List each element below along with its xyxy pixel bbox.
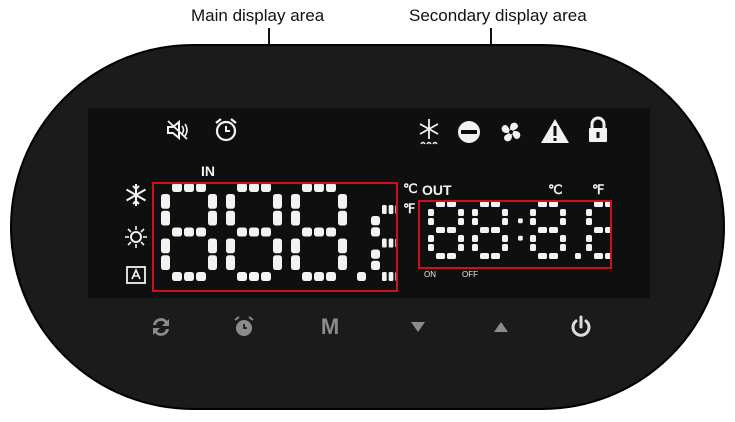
secondary-unit-c: ℃ <box>548 182 563 197</box>
main-unit-c: ℃ <box>403 181 418 196</box>
auto-mode-icon <box>126 266 146 284</box>
sun-icon <box>125 226 147 248</box>
on-label: ON <box>424 270 436 279</box>
power-icon <box>571 315 591 337</box>
cycle-icon <box>153 318 169 336</box>
main-display-highlight <box>152 182 398 292</box>
secondary-display-callout: Secondary display area <box>409 6 587 25</box>
triangle-up-icon <box>494 322 508 332</box>
warning-icon <box>541 119 569 143</box>
fan-icon <box>501 122 521 142</box>
snowflake-icon <box>125 184 147 206</box>
up-button[interactable] <box>486 313 516 341</box>
out-label: OUT <box>422 182 452 198</box>
secondary-unit-f: ℉ <box>592 182 605 197</box>
mode-button[interactable]: M <box>315 313 345 341</box>
mute-icon <box>167 119 188 141</box>
in-label: IN <box>201 163 215 179</box>
lock-icon <box>589 116 607 142</box>
down-button[interactable] <box>403 313 433 341</box>
defrost-icon <box>419 119 439 145</box>
cycle-button[interactable] <box>146 312 176 342</box>
mode-button-label: M <box>320 314 340 339</box>
triangle-down-icon <box>411 322 425 332</box>
off-label: OFF <box>462 270 478 279</box>
timer-button[interactable] <box>229 312 259 342</box>
secondary-display-highlight <box>418 200 612 269</box>
alarm-clock-icon <box>215 118 237 142</box>
alarm-clock-icon <box>234 316 254 336</box>
water-pump-icon <box>458 121 480 143</box>
power-button[interactable] <box>565 311 597 343</box>
main-unit-f: ℉ <box>403 201 416 216</box>
main-display-callout: Main display area <box>191 6 325 25</box>
